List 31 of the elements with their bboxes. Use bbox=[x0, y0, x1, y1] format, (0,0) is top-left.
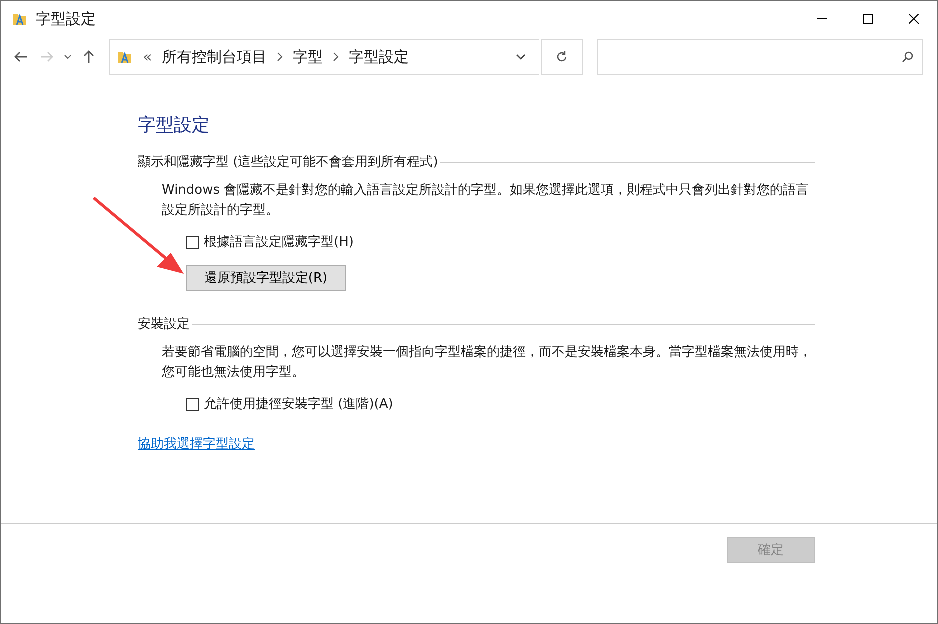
checkbox[interactable] bbox=[186, 236, 199, 248]
breadcrumb-chevron-icon[interactable] bbox=[277, 52, 284, 62]
description-text: Windows 會隱藏不是針對您的輸入語言設定所設計的字型。如果您選擇此選項，則程式中只會列出針對您的語言設定所設計的字型。 bbox=[162, 182, 810, 220]
maximize-icon bbox=[863, 14, 873, 24]
window-title: 字型設定 bbox=[36, 10, 96, 28]
search-field[interactable] bbox=[597, 39, 923, 75]
section-heading: 安裝設定 bbox=[138, 316, 190, 333]
breadcrumb-chevron-icon[interactable] bbox=[333, 52, 340, 62]
help-link[interactable]: 協助我選擇字型設定 bbox=[138, 435, 255, 453]
checkbox-label[interactable]: 允許使用捷徑安裝字型 (進階)(A) bbox=[204, 395, 394, 413]
description-text: 若要節省電腦的空間，您可以選擇安裝一個指向字型檔案的捷徑，而不是安裝檔案本身。當字型檔案無法使用時，您可能也無法使用字型。 bbox=[162, 344, 813, 382]
refresh-icon bbox=[556, 51, 568, 63]
left-arrow-icon bbox=[14, 51, 28, 63]
page-title: 字型設定 bbox=[138, 114, 211, 137]
overflow-chevron[interactable]: « bbox=[143, 48, 152, 66]
restore-defaults-button[interactable]: 還原預設字型設定(R) bbox=[186, 265, 346, 291]
search-icon bbox=[902, 51, 914, 63]
close-icon bbox=[909, 14, 919, 24]
breadcrumb[interactable]: 字型設定 bbox=[349, 48, 410, 66]
checkbox-label[interactable]: 根據語言設定隱藏字型(H) bbox=[204, 233, 354, 251]
chevron-down-icon[interactable] bbox=[516, 54, 526, 60]
breadcrumb[interactable]: 字型 bbox=[293, 48, 324, 66]
breadcrumb[interactable]: 所有控制台項目 bbox=[162, 48, 268, 66]
section-heading: 顯示和隱藏字型 (這些設定可能不會套用到所有程式) bbox=[138, 154, 438, 171]
right-arrow-icon bbox=[40, 51, 54, 63]
font-folder-icon bbox=[117, 49, 133, 65]
font-folder-icon bbox=[12, 11, 28, 27]
chevron-down-icon bbox=[64, 54, 72, 60]
up-arrow-icon bbox=[83, 50, 95, 64]
address-bar[interactable]: « 所有控制台項目 字型 字型設定 bbox=[109, 39, 539, 75]
checkbox[interactable] bbox=[186, 398, 199, 410]
